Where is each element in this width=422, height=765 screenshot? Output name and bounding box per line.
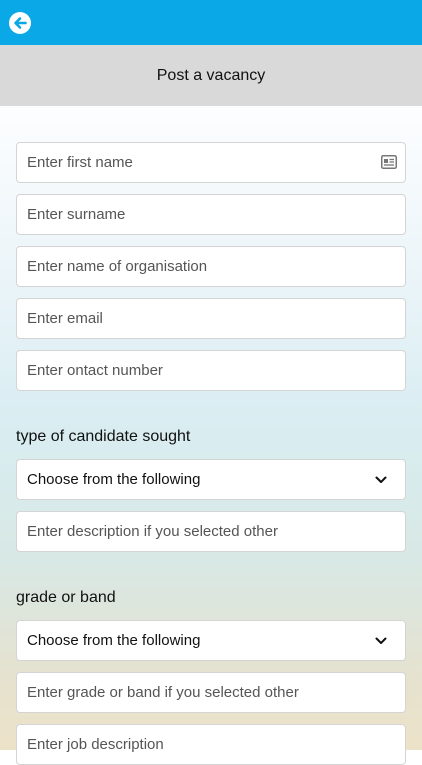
first-name-field[interactable] [16,142,406,183]
candidate-type-select[interactable]: Choose from the following [16,459,406,500]
email-field[interactable] [16,298,406,339]
contact-number-input[interactable] [17,351,405,390]
organisation-input[interactable] [17,247,405,286]
email-input[interactable] [17,299,405,338]
organisation-field[interactable] [16,246,406,287]
grade-band-label: grade or band [16,589,116,606]
candidate-type-label: type of candidate sought [16,428,191,445]
job-description-input[interactable] [17,725,405,764]
back-button[interactable] [8,11,32,35]
grade-band-select-value: Choose from the following [27,632,201,649]
surname-input[interactable] [17,195,405,234]
grade-other-input[interactable] [17,673,405,712]
candidate-other-input[interactable] [17,512,405,551]
candidate-type-select-value: Choose from the following [27,471,201,488]
title-bar: Post a vacancy [0,45,422,106]
surname-field[interactable] [16,194,406,235]
chevron-down-icon [375,476,387,483]
first-name-input[interactable] [17,143,405,182]
grade-other-field[interactable] [16,672,406,713]
chevron-down-icon [375,637,387,644]
page-title: Post a vacancy [156,66,266,84]
top-app-bar [0,0,422,45]
contact-card-icon[interactable] [381,155,397,169]
contact-number-field[interactable] [16,350,406,391]
back-arrow-circle-icon [9,12,31,34]
job-description-field[interactable] [16,724,406,765]
grade-band-select[interactable]: Choose from the following [16,620,406,661]
candidate-other-field[interactable] [16,511,406,552]
